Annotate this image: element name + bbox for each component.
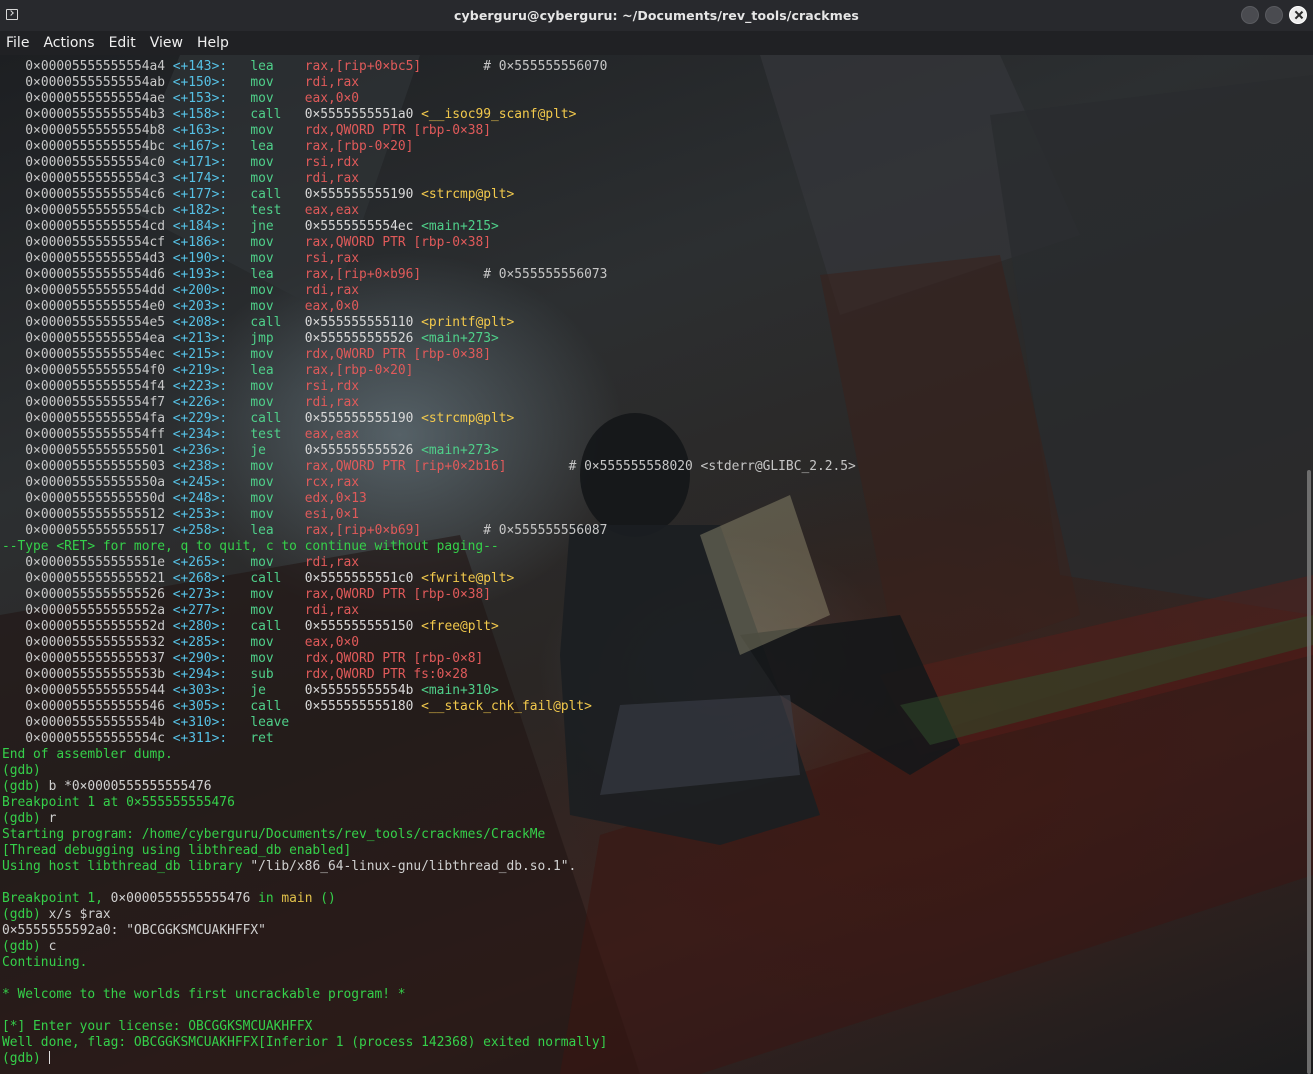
- output-line: Continuing.: [2, 955, 88, 970]
- terminal-window: cyberguru@cyberguru: ~/Documents/rev_too…: [0, 0, 1313, 1074]
- disasm-line: 0×0000555555555512 <+253>: mov esi,0×1: [25, 507, 360, 522]
- gdb-command: (gdb) b *0×0000555555555476: [2, 779, 212, 794]
- disasm-line: 0×00005555555554c6 <+177>: call 0×555555…: [25, 187, 515, 202]
- disasm-line: 0×000055555555552d <+280>: call 0×555555…: [25, 619, 499, 634]
- disasm-line: 0×00005555555554bc <+167>: lea rax,[rbp-…: [25, 139, 414, 154]
- disasm-line: 0×0000555555555544 <+303>: je 0×55555555…: [25, 683, 499, 698]
- disasm-line: 0×0000555555555503 <+238>: mov rax,QWORD…: [25, 459, 856, 474]
- window-title: cyberguru@cyberguru: ~/Documents/rev_too…: [454, 8, 859, 23]
- disasm-line: 0×000055555555554b <+310>: leave: [25, 715, 290, 730]
- disasm-line: 0×0000555555555546 <+305>: call 0×555555…: [25, 699, 592, 714]
- close-icon[interactable]: [1289, 6, 1307, 24]
- disasm-line: 0×00005555555554d3 <+190>: mov rsi,rax: [25, 251, 360, 266]
- gdb-session[interactable]: 0×00005555555554a4 <+143>: lea rax,[rip+…: [2, 59, 856, 1067]
- disasm-line: 0×00005555555554f4 <+223>: mov rsi,rdx: [25, 379, 360, 394]
- gdb-prompt: (gdb): [2, 763, 41, 778]
- output-line: End of assembler dump.: [2, 747, 173, 762]
- gdb-command: (gdb) x/s $rax: [2, 907, 111, 922]
- maximize-icon[interactable]: [1265, 6, 1283, 24]
- disasm-line: 0×0000555555555526 <+273>: mov rax,QWORD…: [25, 587, 491, 602]
- disasm-line: 0×00005555555554ea <+213>: jmp 0×5555555…: [25, 331, 499, 346]
- disasm-line: 0×00005555555554fa <+229>: call 0×555555…: [25, 411, 515, 426]
- output-line: * Welcome to the worlds first uncrackabl…: [2, 987, 406, 1002]
- output-line: Well done, flag: OBCGGKSMCUAKHFFX[Inferi…: [2, 1035, 608, 1050]
- output-line: 0×5555555592a0: "OBCGGKSMCUAKHFFX": [2, 923, 266, 938]
- disasm-line: 0×00005555555554ab <+150>: mov rdi,rax: [25, 75, 360, 90]
- disasm-line: 0×00005555555554d6 <+193>: lea rax,[rip+…: [25, 267, 608, 282]
- disasm-line: 0×0000555555555517 <+258>: lea rax,[rip+…: [25, 523, 608, 538]
- disasm-line: 0×00005555555554dd <+200>: mov rdi,rax: [25, 283, 360, 298]
- disasm-line: 0×000055555555551e <+265>: mov rdi,rax: [25, 555, 360, 570]
- gdb-input-line[interactable]: (gdb): [2, 1051, 856, 1067]
- disasm-line: 0×00005555555554f0 <+219>: lea rax,[rbp-…: [25, 363, 414, 378]
- disasm-line: 0×00005555555554ae <+153>: mov eax,0×0: [25, 91, 360, 106]
- text-cursor: [48, 1051, 51, 1064]
- disasm-line: 0×00005555555554cb <+182>: test eax,eax: [25, 203, 360, 218]
- menu-view[interactable]: View: [150, 35, 183, 51]
- output-line: Starting program: /home/cyberguru/Docume…: [2, 827, 546, 842]
- disasm-line: 0×0000555555555521 <+268>: call 0×555555…: [25, 571, 515, 586]
- disasm-line: 0×00005555555554c0 <+171>: mov rsi,rdx: [25, 155, 360, 170]
- output-line: Using host libthread_db library "/lib/x8…: [2, 859, 577, 874]
- disasm-line: 0×00005555555554b8 <+163>: mov rdx,QWORD…: [25, 123, 491, 138]
- menu-help[interactable]: Help: [197, 35, 229, 51]
- disasm-line: 0×000055555555550d <+248>: mov edx,0×13: [25, 491, 367, 506]
- menu-edit[interactable]: Edit: [109, 35, 136, 51]
- disasm-line: 0×00005555555554e0 <+203>: mov eax,0×0: [25, 299, 360, 314]
- disasm-line: 0×00005555555554ff <+234>: test eax,eax: [25, 427, 360, 442]
- disasm-line: 0×00005555555554b3 <+158>: call 0×555555…: [25, 107, 577, 122]
- gdb-command: (gdb) r: [2, 811, 57, 826]
- pager-prompt[interactable]: --Type <RET> for more, q to quit, c to c…: [2, 539, 856, 555]
- disasm-line: 0×00005555555554a4 <+143>: lea rax,[rip+…: [25, 59, 608, 74]
- scrollbar[interactable]: [1307, 470, 1311, 1074]
- disasm-line: 0×00005555555554f7 <+226>: mov rdi,rax: [25, 395, 360, 410]
- menu-file[interactable]: File: [6, 35, 29, 51]
- minimize-icon[interactable]: [1241, 6, 1259, 24]
- output-line: [Thread debugging using libthread_db ena…: [2, 843, 352, 858]
- terminal-icon[interactable]: [6, 9, 18, 20]
- terminal-output[interactable]: 0×00005555555554a4 <+143>: lea rax,[rip+…: [0, 55, 1313, 1074]
- disasm-line: 0×00005555555554ec <+215>: mov rdx,QWORD…: [25, 347, 491, 362]
- menu-bar: File Actions Edit View Help: [0, 31, 1313, 55]
- disasm-line: 0×0000555555555537 <+290>: mov rdx,QWORD…: [25, 651, 484, 666]
- disasm-line: 0×0000555555555532 <+285>: mov eax,0×0: [25, 635, 360, 650]
- gdb-command: (gdb) c: [2, 939, 57, 954]
- output-line: Breakpoint 1 at 0×555555555476: [2, 795, 235, 810]
- menu-actions[interactable]: Actions: [43, 35, 94, 51]
- disasm-line: 0×000055555555553b <+294>: sub rdx,QWORD…: [25, 667, 468, 682]
- title-bar[interactable]: cyberguru@cyberguru: ~/Documents/rev_too…: [0, 0, 1313, 31]
- disasm-line: 0×0000555555555501 <+236>: je 0×55555555…: [25, 443, 499, 458]
- disasm-line: 0×000055555555550a <+245>: mov rcx,rax: [25, 475, 360, 490]
- disasm-line: 0×000055555555552a <+277>: mov rdi,rax: [25, 603, 360, 618]
- disasm-line: 0×000055555555554c <+311>: ret: [25, 731, 274, 746]
- window-controls: [1241, 6, 1307, 24]
- output-line: Breakpoint 1, 0×0000555555555476 in main…: [2, 891, 336, 906]
- disasm-line: 0×00005555555554cd <+184>: jne 0×5555555…: [25, 219, 499, 234]
- disasm-line: 0×00005555555554cf <+186>: mov rax,QWORD…: [25, 235, 491, 250]
- output-line: [*] Enter your license: OBCGGKSMCUAKHFFX: [2, 1019, 313, 1034]
- disasm-line: 0×00005555555554c3 <+174>: mov rdi,rax: [25, 171, 360, 186]
- disasm-line: 0×00005555555554e5 <+208>: call 0×555555…: [25, 315, 515, 330]
